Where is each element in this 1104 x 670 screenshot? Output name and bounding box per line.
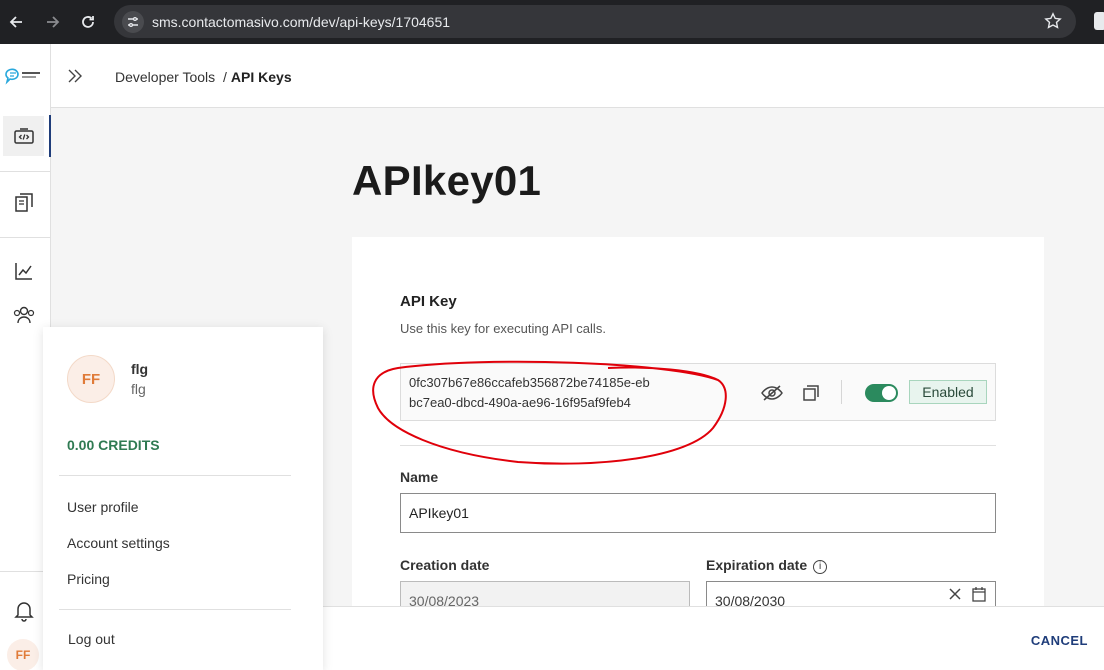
breadcrumb-current: API Keys	[230, 69, 292, 85]
enabled-toggle[interactable]	[865, 384, 898, 402]
rail-item-analytics[interactable]	[3, 251, 44, 291]
cancel-button[interactable]: CANCEL	[1031, 633, 1088, 648]
menu-item-account-settings[interactable]: Account settings	[67, 535, 170, 551]
user-name: flg	[131, 361, 149, 377]
rail-item-templates[interactable]	[3, 183, 44, 223]
reload-icon	[82, 16, 94, 28]
menu-item-user-profile[interactable]: User profile	[67, 499, 139, 515]
forward-button[interactable]	[40, 10, 64, 34]
rail-item-developer-tools[interactable]	[3, 116, 44, 156]
arrow-left-icon	[9, 16, 22, 28]
section-title: API Key	[400, 293, 457, 310]
rail-divider	[0, 171, 50, 172]
copy-icon	[803, 385, 819, 401]
app-header: Developer Tools / API Keys	[51, 44, 1104, 108]
rail-item-contacts[interactable]	[3, 295, 44, 335]
name-input[interactable]	[400, 493, 996, 533]
expiration-date-label-wrap: Expiration date i	[706, 557, 828, 574]
breadcrumb-separator: /	[223, 69, 227, 85]
page-title: APIkey01	[352, 157, 542, 204]
user-username: flg	[131, 381, 146, 397]
eye-off-icon	[761, 385, 783, 401]
breadcrumb-parent[interactable]: Developer Tools	[115, 69, 215, 85]
avatar[interactable]: FF	[7, 639, 39, 670]
copy-button[interactable]	[798, 380, 824, 406]
url-text: sms.contactomasivo.com/dev/api-keys/1704…	[152, 14, 451, 30]
user-avatar: FF	[67, 355, 115, 403]
breadcrumb: Developer Tools / API Keys	[115, 69, 292, 85]
address-bar[interactable]: sms.contactomasivo.com/dev/api-keys/1704…	[114, 5, 1076, 38]
menu-divider	[59, 475, 291, 476]
reload-button[interactable]	[76, 10, 100, 34]
templates-icon	[14, 193, 33, 212]
site-settings-icon[interactable]	[122, 11, 144, 33]
info-icon[interactable]: i	[813, 560, 828, 574]
rail-item-notifications[interactable]	[3, 591, 44, 631]
calendar-icon	[972, 587, 986, 602]
name-label: Name	[400, 469, 439, 485]
expiration-date-label: Expiration date	[706, 557, 808, 573]
back-button[interactable]	[5, 10, 29, 34]
active-indicator	[49, 115, 51, 157]
menu-item-pricing[interactable]: Pricing	[67, 571, 110, 587]
double-chevron-right-icon	[68, 69, 82, 83]
browser-toolbar: sms.contactomasivo.com/dev/api-keys/1704…	[0, 0, 1104, 44]
contacts-icon	[13, 306, 34, 324]
analytics-icon	[14, 263, 32, 280]
menu-divider	[59, 609, 291, 610]
arrow-right-icon	[47, 16, 60, 28]
bookmark-star-icon[interactable]	[1044, 12, 1062, 35]
user-menu: FF flg flg 0.00 CREDITS User profile Acc…	[43, 327, 323, 670]
extension-icon[interactable]	[1094, 12, 1104, 30]
logout-button[interactable]: Log out	[68, 631, 115, 647]
app: FF Developer Tools / API Keys APIkey01 AP…	[0, 44, 1104, 670]
expand-sidebar-button[interactable]	[67, 68, 83, 89]
close-icon	[949, 588, 961, 600]
rail-divider	[0, 237, 50, 238]
annotation-circle	[372, 360, 727, 465]
brand-logo[interactable]	[4, 66, 44, 91]
key-divider	[841, 380, 842, 404]
clear-date-button[interactable]	[948, 587, 962, 606]
section-description: Use this key for executing API calls.	[400, 321, 606, 336]
status-badge: Enabled	[909, 380, 987, 404]
developer-tools-icon	[13, 128, 34, 144]
toggle-visibility-button[interactable]	[759, 380, 785, 406]
credits-balance: 0.00 CREDITS	[67, 437, 160, 453]
creation-date-label: Creation date	[400, 557, 490, 573]
notifications-icon	[13, 602, 34, 622]
calendar-button[interactable]	[972, 586, 986, 607]
toggle-knob	[882, 386, 896, 400]
